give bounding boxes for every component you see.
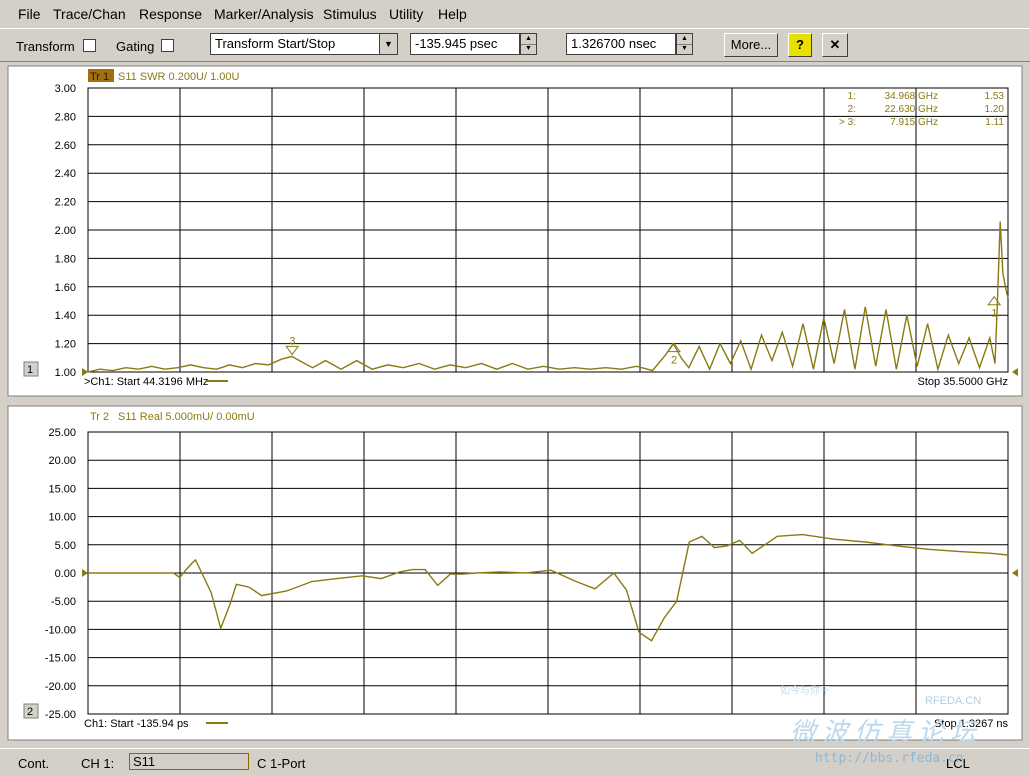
- y-tick-label: -25.00: [45, 709, 76, 721]
- toolbar: Transform Gating Transform Start/Stop ▼ …: [0, 28, 1030, 62]
- menu-trace-chan[interactable]: Trace/Chan: [53, 6, 126, 22]
- chevron-down-icon[interactable]: ▼: [379, 33, 398, 55]
- x-start-label: Ch1: Start -135.94 ps: [84, 718, 189, 730]
- trace-badge: Tr 1: [90, 71, 109, 83]
- transform-mode-select[interactable]: Transform Start/Stop: [210, 33, 380, 55]
- y-tick-label: 1.00: [55, 367, 76, 379]
- spin-down-icon[interactable]: ▼: [677, 44, 692, 54]
- y-tick-label: 1.80: [55, 253, 76, 265]
- y-tick-label: 20.00: [48, 455, 76, 467]
- marker-label: 3: [289, 335, 295, 347]
- y-tick-label: 2.40: [55, 168, 76, 180]
- menu-help[interactable]: Help: [438, 6, 467, 22]
- y-tick-label: 1.20: [55, 339, 76, 351]
- spin-down-icon[interactable]: ▼: [521, 44, 536, 54]
- gating-label: Gating: [116, 39, 155, 54]
- gating-checkbox[interactable]: [161, 39, 174, 52]
- channel-status: CH 1:: [81, 756, 115, 771]
- transform-stop-input[interactable]: 1.326700 nsec: [566, 33, 676, 55]
- window-number: 2: [27, 706, 33, 718]
- trace-title: S11 Real 5.000mU/ 0.00mU: [118, 411, 255, 423]
- trace-title: S11 SWR 0.200U/ 1.00U: [118, 71, 240, 83]
- marker-label: 2: [671, 355, 677, 367]
- trace-badge: Tr 2: [90, 411, 109, 423]
- y-tick-label: -20.00: [45, 681, 76, 693]
- y-tick-label: 2.20: [55, 197, 76, 209]
- watermark-small: 如今与你干: [780, 686, 830, 697]
- y-tick-label: 10.00: [48, 512, 76, 524]
- x-start-label: >Ch1: Start 44.3196 MHz: [84, 376, 208, 388]
- help-icon[interactable]: ?: [788, 33, 812, 57]
- marker-table-value: 1.11: [985, 117, 1004, 128]
- y-tick-label: -10.00: [45, 624, 76, 636]
- transform-checkbox[interactable]: [83, 39, 96, 52]
- start-spinner[interactable]: ▲ ▼: [520, 33, 537, 55]
- window-number: 1: [27, 364, 33, 376]
- marker-table-value: 1.53: [985, 91, 1005, 102]
- close-icon[interactable]: ✕: [822, 33, 848, 57]
- y-tick-label: 1.40: [55, 310, 76, 322]
- marker-table-id: > 3:: [839, 117, 856, 128]
- marker-label: 1: [991, 308, 997, 320]
- y-tick-label: 2.00: [55, 225, 76, 237]
- y-tick-label: -15.00: [45, 653, 76, 665]
- watermark-chinese: 微波仿真论坛: [790, 718, 983, 748]
- marker-table-freq: 22.630 GHz: [885, 104, 938, 115]
- menu-utility[interactable]: Utility: [389, 6, 423, 22]
- menu-bar: File Trace/Chan Response Marker/Analysis…: [0, 0, 1030, 28]
- marker-table-value: 1.20: [985, 104, 1005, 115]
- transform-start-input[interactable]: -135.945 psec: [410, 33, 520, 55]
- y-tick-label: 2.80: [55, 111, 76, 123]
- marker-table-freq: 7.915 GHz: [890, 117, 938, 128]
- watermark-url: http://bbs.rfeda.cn: [815, 751, 964, 766]
- sweep-mode-status: Cont.: [18, 756, 50, 771]
- menu-response[interactable]: Response: [139, 6, 202, 22]
- y-tick-label: 15.00: [48, 483, 76, 495]
- y-tick-label: 25.00: [48, 427, 76, 439]
- plot-area: 3.00 2.80 2.60 2.40 2.20 2.00 1.80 1.60 1.40 1.20…: [0, 62, 1030, 748]
- transform-label: Transform: [16, 39, 75, 54]
- y-tick-label: 3.00: [55, 83, 76, 95]
- watermark-site: RFEDA.CN: [925, 695, 982, 707]
- marker-table-freq: 34.968 GHz: [885, 91, 938, 102]
- y-tick-label: 5.00: [55, 540, 76, 552]
- more-button[interactable]: More...: [724, 33, 778, 57]
- menu-file[interactable]: File: [18, 6, 41, 22]
- marker-table-id: 2:: [848, 104, 856, 115]
- trace-window-1[interactable]: 3.00 2.80 2.60 2.40 2.20 2.00 1.80 1.60 1.40 1.20…: [7, 65, 1023, 397]
- measurement-status: S11: [129, 753, 249, 770]
- stop-spinner[interactable]: ▲ ▼: [676, 33, 693, 55]
- y-tick-label: 2.60: [55, 140, 76, 152]
- menu-stimulus[interactable]: Stimulus: [323, 6, 377, 22]
- y-tick-label: 0.00: [55, 568, 76, 580]
- trace-window-2[interactable]: 25.00 20.00 15.00 10.00 5.00 0.00 -5.00 -10.00 -…: [7, 405, 1023, 741]
- cal-status: C 1-Port: [257, 756, 306, 771]
- marker-table-id: 1:: [848, 91, 856, 102]
- y-tick-label: 1.60: [55, 282, 76, 294]
- x-stop-label: Stop 35.5000 GHz: [917, 376, 1008, 388]
- menu-marker-analysis[interactable]: Marker/Analysis: [214, 6, 314, 22]
- y-tick-label: -5.00: [51, 596, 76, 608]
